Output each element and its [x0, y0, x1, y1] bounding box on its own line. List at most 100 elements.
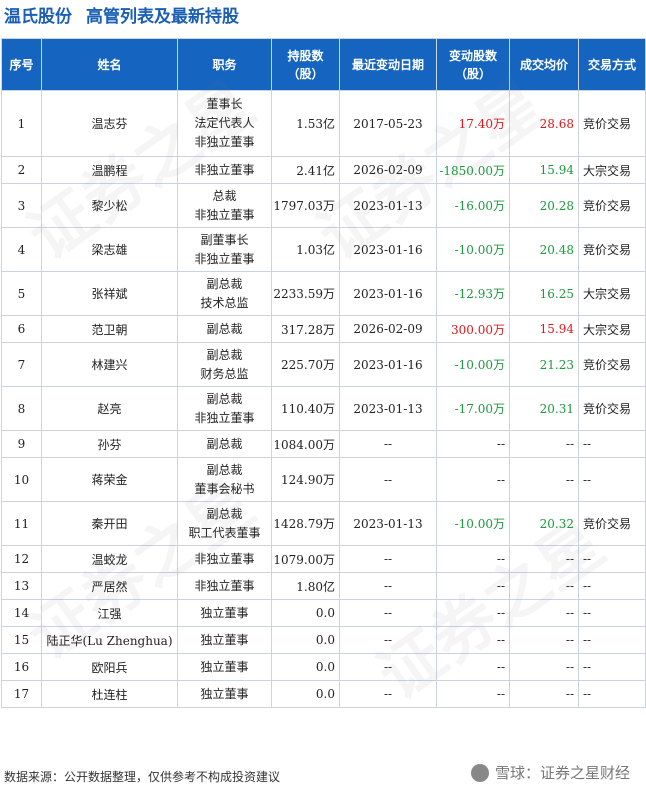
method-cell: --: [578, 680, 646, 708]
price-cell: --: [509, 626, 579, 654]
price-cell: 16.25: [509, 271, 579, 316]
change-cell: -17.00万: [436, 386, 510, 431]
table-row: 8 赵亮 副总裁 非独立董事 110.40万 2023-01-13 -17.00万 20.31…: [1, 386, 646, 431]
role-line: 副总裁: [206, 462, 243, 477]
table-row: 1 温志芬 董事长 法定代表人 非独立董事 1.53亿 2017-05-23 17.40万 28…: [1, 90, 646, 157]
role-line: 独立董事: [200, 605, 249, 620]
shares-cell: 2.41亿: [271, 156, 340, 184]
name-cell: 陆正华(Lu Zhenghua): [41, 626, 178, 654]
role-cell: 独立董事: [177, 653, 272, 681]
header-shares: 持股数 （股）: [271, 38, 340, 91]
name-cell: 梁志雄: [41, 227, 178, 272]
table-row: 6 范卫朝 副总裁 317.28万 2026-02-09 300.00万 15.94 大宗交易: [1, 315, 646, 343]
role-cell: 副总裁 董事会秘书: [177, 457, 272, 502]
role-line: 技术总监: [200, 295, 249, 310]
method-cell: 竞价交易: [578, 501, 646, 546]
name-cell: 杜连柱: [41, 680, 178, 708]
change-cell: -16.00万: [436, 183, 510, 228]
snowball-icon: [470, 763, 489, 782]
role-line: 副总裁: [206, 347, 243, 362]
price-cell: 15.94: [509, 156, 579, 184]
price-cell: 20.32: [509, 501, 579, 546]
header-no: 序号: [1, 38, 42, 91]
name-cell: 严居然: [41, 572, 178, 600]
change-cell: 17.40万: [436, 90, 510, 157]
row-no-cell: 8: [1, 386, 42, 431]
header-method: 交易方式: [578, 38, 646, 91]
date-cell: 2017-05-23: [339, 90, 437, 157]
method-cell: 竞价交易: [578, 342, 646, 387]
role-line: 非独立董事: [194, 135, 255, 149]
change-cell: --: [436, 680, 510, 708]
date-cell: 2023-01-16: [339, 271, 437, 316]
method-cell: 竞价交易: [578, 386, 646, 431]
price-cell: --: [509, 653, 579, 681]
table-row: 14 江强 独立董事 0.0 -- -- -- --: [1, 599, 646, 627]
date-cell: --: [339, 430, 437, 458]
role-line: 非独立董事: [194, 162, 255, 177]
date-cell: --: [339, 680, 437, 708]
shares-cell: 1428.79万: [271, 501, 340, 546]
page-title: 温氏股份 高管列表及最新持股: [4, 2, 239, 32]
table-row: 9 孙芬 副总裁 1084.00万 -- -- -- --: [1, 430, 646, 458]
header-line: （股）: [287, 66, 324, 81]
table-row: 4 梁志雄 副董事长 非独立董事 1.03亿 2023-01-16 -10.00万 20.48…: [1, 227, 646, 272]
row-no-cell: 5: [1, 271, 42, 316]
name-cell: 温鹏程: [41, 156, 178, 184]
shares-cell: 1079.00万: [271, 545, 340, 573]
table-row: 3 黎少松 总裁 非独立董事 1797.03万 2023-01-13 -16.00万 20.2…: [1, 183, 646, 228]
shares-cell: 2233.59万: [271, 271, 340, 316]
price-cell: 20.31: [509, 386, 579, 431]
shares-cell: 1.80亿: [271, 572, 340, 600]
role-cell: 非独立董事: [177, 156, 272, 184]
name-cell: 温蛟龙: [41, 545, 178, 573]
change-cell: --: [436, 626, 510, 654]
table-header-row: 序号 姓名 职务 持股数 （股） 最近变动日期 变动股数 （股） 成交均价 交易方式: [1, 38, 646, 91]
shares-cell: 0.0: [271, 680, 340, 708]
shares-cell: 0.0: [271, 626, 340, 654]
data-source-note: 数据来源：公开数据整理，仅供参考不构成投资建议: [4, 770, 281, 784]
shares-cell: 317.28万: [271, 315, 340, 343]
header-role: 职务: [177, 38, 272, 91]
shares-cell: 1084.00万: [271, 430, 340, 458]
row-no-cell: 6: [1, 315, 42, 343]
name-cell: 江强: [41, 599, 178, 627]
role-cell: 独立董事: [177, 626, 272, 654]
row-no-cell: 1: [1, 90, 42, 157]
header-name: 姓名: [41, 38, 178, 91]
shares-cell: 1.53亿: [271, 90, 340, 157]
date-cell: --: [339, 545, 437, 573]
price-cell: 20.48: [509, 227, 579, 272]
role-line: 独立董事: [200, 686, 249, 701]
shares-cell: 0.0: [271, 599, 340, 627]
date-cell: 2026-02-09: [339, 156, 437, 184]
role-line: 非独立董事: [194, 251, 255, 266]
date-cell: 2023-01-16: [339, 227, 437, 272]
role-cell: 副总裁 财务总监: [177, 342, 272, 387]
role-line: 非独立董事: [194, 410, 255, 425]
table-row: 11 秦开田 副总裁 职工代表董事 1428.79万 2023-01-13 -10.00万 2…: [1, 501, 646, 546]
row-no-cell: 2: [1, 156, 42, 184]
price-cell: --: [509, 680, 579, 708]
method-cell: --: [578, 430, 646, 458]
name-cell: 秦开田: [41, 501, 178, 546]
role-cell: 独立董事: [177, 680, 272, 708]
date-cell: 2023-01-13: [339, 183, 437, 228]
role-cell: 总裁 非独立董事: [177, 183, 272, 228]
role-line: 副董事长: [200, 232, 249, 247]
price-cell: 15.94: [509, 315, 579, 343]
table-row: 10 蒋荣金 副总裁 董事会秘书 124.90万 -- -- -- --: [1, 457, 646, 502]
date-cell: 2023-01-13: [339, 501, 437, 546]
executive-table: 序号 姓名 职务 持股数 （股） 最近变动日期 变动股数 （股） 成交均价 交易方式…: [1, 38, 646, 708]
shares-cell: 110.40万: [271, 386, 340, 431]
method-cell: --: [578, 457, 646, 502]
role-line: 独立董事: [200, 659, 249, 674]
change-cell: 300.00万: [436, 315, 510, 343]
method-cell: 大宗交易: [578, 271, 646, 316]
price-cell: 28.68: [509, 90, 579, 157]
date-cell: --: [339, 572, 437, 600]
row-no-cell: 12: [1, 545, 42, 573]
row-no-cell: 3: [1, 183, 42, 228]
change-cell: -1850.00万: [436, 156, 510, 184]
change-cell: --: [436, 430, 510, 458]
